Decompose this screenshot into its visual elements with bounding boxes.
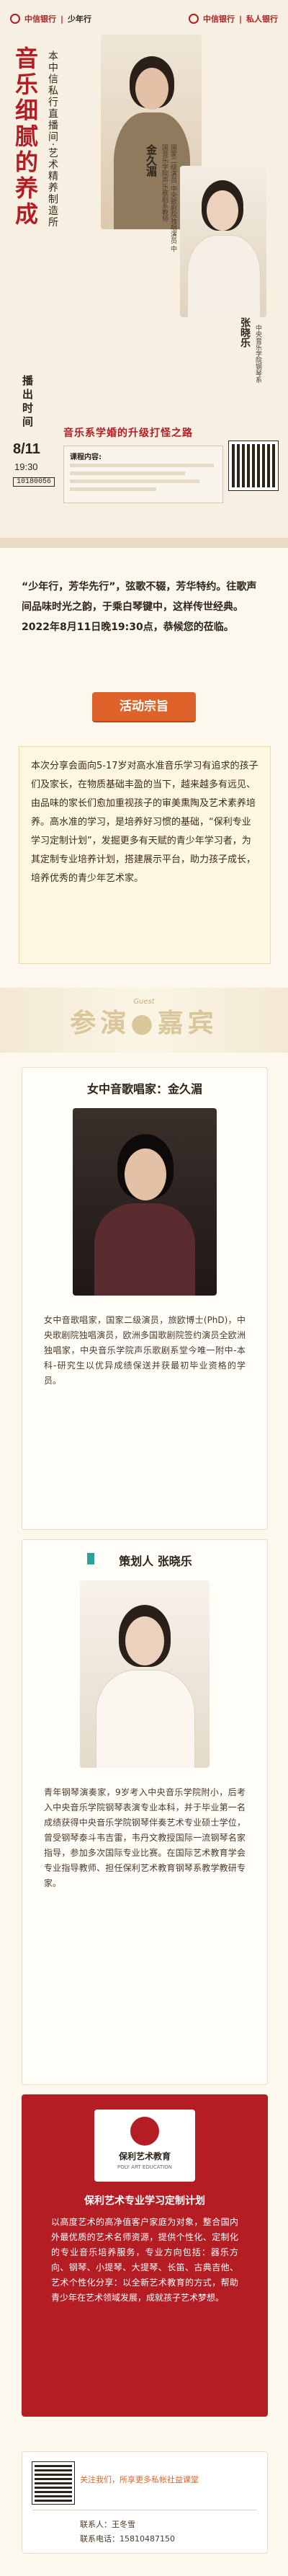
guest1-poster-name: 金久湄 [145,144,158,177]
footer-qr-code-icon[interactable] [32,2461,75,2505]
broadcast-time-label: 播出时间 [21,375,34,430]
guest2-poster-title: 中央音乐学院钢琴系 [254,324,261,383]
guest1-heading: 女中音歌唱家：金久湄 [86,1082,202,1096]
intro-lead: “少年行，芳华先行”，弦歌不辍，芳华特约。往歌声间品味时光之韵，于乘白琴键中，这… [22,581,257,633]
bank-brand-text-right: 中信银行 [202,14,235,24]
course-content-box: 课程内容: [63,446,223,503]
section-title-purpose: 活动宗旨 [92,692,196,721]
bank-logo-icon [10,14,20,24]
qr-code-icon[interactable] [228,441,279,491]
footer-contact: 联系人：王冬雪 [80,2520,135,2529]
guest2-poster-photo [180,166,266,317]
footer-box: 关注我们，所享更多私帐社益课堂 联系人：王冬雪 联系电话：15810487150 [22,2451,268,2554]
poly-logo-sub: POLY ART EDUCATION [117,2164,172,2170]
event-poster: 中信银行 | 少年行 中信银行 | 私人银行 音乐细腻的养成 本中信私行直播间·… [0,0,288,548]
purpose-body: 本次分享会面向5-17岁对高水准音乐学习有追求的孩子们及家长，在物质基础丰盈的当… [31,761,258,884]
footer-phone[interactable]: 联系电话：15810487150 [80,2533,175,2544]
broadcast-clock: 19:30 [14,461,38,472]
plan-heading: 保利艺术专业学习定制计划 [84,2195,205,2207]
bank-logo-icon [188,14,199,24]
guest2-bio: 青年钢琴演奏家，9岁考入中央音乐学院附小，后考入中央音乐学院钢琴表演专业本科，并… [44,1787,246,1888]
private-bank-text: 私人银行 [246,14,278,24]
guest1-photo [73,1108,217,1296]
guest2-photo [80,1580,210,1768]
guest2-poster-name: 张晓乐 [239,317,251,348]
guest1-bio: 女中音歌唱家，国家二级演员，旅欧博士(PhD)，中央歌剧院独唱演员，欧洲多国歌剧… [44,1315,246,1386]
poster-title: 音乐细腻的养成 [12,46,39,228]
guests-banner: 参演●嘉宾 Guest [0,988,288,1053]
guests-banner-sub: Guest [133,998,155,1006]
guest1-poster-title: 国家二级演员 中央歌剧院独唱演员 中国音乐学院声乐歌剧系教师 [161,144,176,252]
poly-logo-caption: 保利艺术教育 [118,2151,171,2161]
guest2-heading: 策划人 张晓乐 [119,1554,192,1568]
guests-banner-title: 参演●嘉宾 [70,1008,218,1038]
course-content-label: 课程内容: [70,453,102,461]
youth-brand-text: 少年行 [68,14,92,24]
guest2-card: 策划人 张晓乐 青年钢琴演奏家，9岁考入中央音乐学院附小，后考入中央音乐学院钢琴… [22,1539,268,2085]
plan-bio: 以高度艺术的高净值客户家庭为对象，整合国内外最优质的艺术名师资源，提供个性化、定… [51,2217,238,2303]
topic-line: 音乐系学婚的升级打怪之路 [63,428,193,439]
brand-logo-left: 中信银行 | 少年行 [10,13,91,25]
broadcast-date: 8/11 [13,441,40,457]
poster-subtitle: 本中信私行直播间·艺术精养制造所 [47,50,58,229]
brand-logo-right: 中信银行 | 私人银行 [188,13,278,25]
plan-card: 保利艺术教育 POLY ART EDUCATION 保利艺术专业学习定制计划 以… [22,2094,268,2417]
poly-logo-icon [130,2117,159,2146]
live-room-id: 10180056 [13,477,55,487]
guest1-card: 女中音歌唱家：金久湄 女中音歌唱家，国家二级演员，旅欧博士(PhD)，中央歌剧院… [22,1067,268,1530]
purpose-card: 本次分享会面向5-17岁对高水准音乐学习有追求的孩子们及家长，在物质基础丰盈的当… [19,746,271,964]
footer-follow-text: 关注我们，所享更多私帐社益课堂 [80,2475,199,2484]
poly-logo: 保利艺术教育 POLY ART EDUCATION [94,2110,195,2182]
bank-brand-text: 中信银行 [24,14,56,24]
